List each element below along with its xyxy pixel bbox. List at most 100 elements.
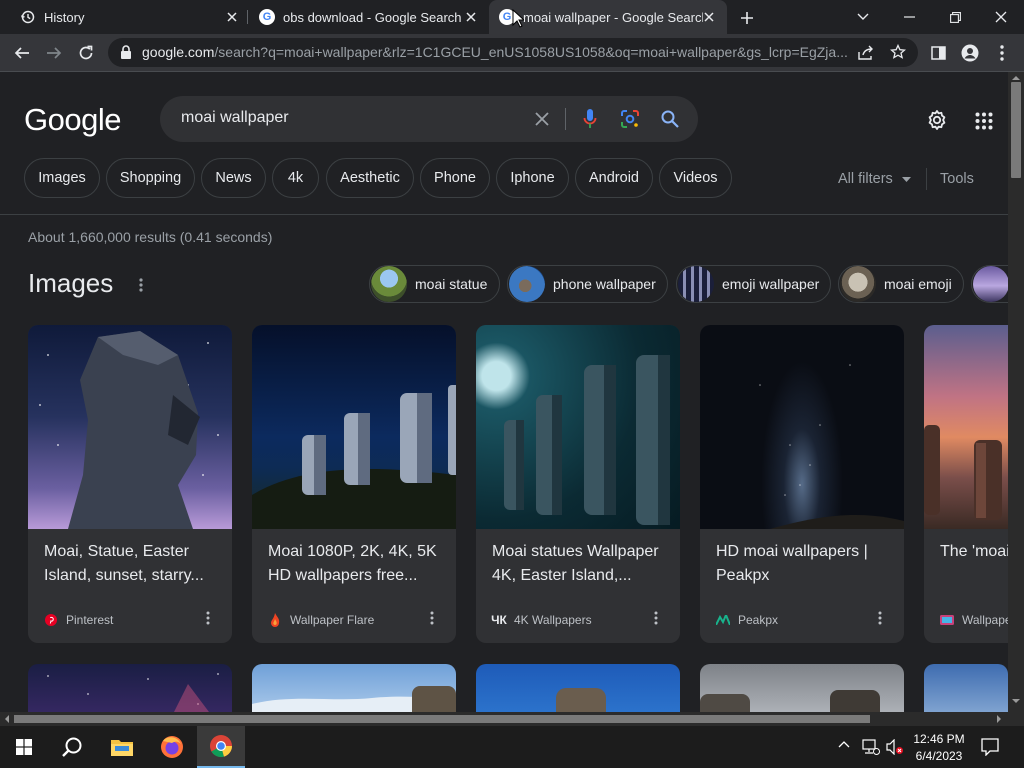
google-logo[interactable]: Google [24, 102, 121, 138]
address-bar[interactable]: google.com/search?q=moai+wallpaper&rlz=1… [108, 38, 918, 67]
more-vert-icon[interactable] [654, 611, 662, 627]
image-result-source: Wallpaper Flare [268, 613, 374, 627]
google-lens-icon[interactable] [618, 107, 642, 131]
profile-icon [961, 44, 979, 62]
caret-down-icon [901, 176, 911, 182]
scroll-up-arrow-icon [1012, 76, 1020, 80]
chrome-button[interactable] [197, 726, 245, 768]
close-tab-icon[interactable] [463, 9, 479, 25]
image-result-card[interactable]: Moai, Statue, Easter Island, sunset, sta… [28, 325, 232, 643]
more-vert-icon[interactable] [878, 611, 886, 627]
all-filters-button[interactable]: All filters [838, 171, 911, 187]
related-chip-more[interactable] [971, 265, 1008, 303]
notifications-button[interactable] [981, 738, 999, 756]
chip-4k[interactable]: 4k [272, 158, 319, 198]
pinterest-icon [44, 613, 58, 627]
profile-button[interactable] [956, 39, 984, 67]
show-hidden-icons-button[interactable] [838, 740, 850, 748]
bookmark-star-icon[interactable] [890, 44, 906, 60]
tools-button[interactable]: Tools [940, 171, 974, 187]
search-input[interactable]: moai wallpaper [181, 109, 289, 127]
chip-iphone[interactable]: Iphone [496, 158, 569, 198]
tab-search-button[interactable] [840, 0, 886, 34]
new-tab-button[interactable] [736, 7, 758, 29]
share-icon[interactable] [858, 45, 874, 60]
image-result-card[interactable] [252, 664, 456, 712]
microphone-icon[interactable] [578, 107, 602, 131]
image-result-card[interactable]: Moai 1080P, 2K, 4K, 5K HD wallpapers fre… [252, 325, 456, 643]
scroll-left-arrow-icon [5, 715, 9, 723]
chip-shopping[interactable]: Shopping [106, 158, 195, 198]
tab-moai-wallpaper[interactable]: G moai wallpaper - Google Search [489, 0, 727, 34]
side-panel-button[interactable] [924, 39, 952, 67]
vertical-scroll-thumb[interactable] [1011, 82, 1021, 178]
tab-history[interactable]: History [8, 0, 246, 34]
chip-android[interactable]: Android [575, 158, 653, 198]
related-thumbnail [973, 266, 1008, 302]
all-filters-label: All filters [838, 171, 893, 187]
related-chip-moai-emoji[interactable]: moai emoji [838, 265, 964, 303]
related-chip-emoji-wallpaper[interactable]: emoji wallpaper [676, 265, 831, 303]
clear-search-icon[interactable] [530, 107, 554, 131]
search-icon[interactable] [658, 107, 682, 131]
search-results-page: Google moai wallpaper Images Shopping Ne… [0, 72, 1008, 712]
windows-logo-icon [16, 739, 32, 755]
image-thumbnail [252, 325, 456, 529]
back-button[interactable] [8, 39, 36, 67]
close-window-button[interactable] [978, 0, 1024, 34]
system-clock[interactable]: 12:46 PM 6/4/2023 [904, 731, 974, 765]
forward-button[interactable] [40, 39, 68, 67]
image-result-source: Wallpape [940, 613, 1008, 627]
tab-obs-download[interactable]: G obs download - Google Search [249, 0, 487, 34]
close-tab-icon[interactable] [701, 9, 717, 25]
chip-aesthetic[interactable]: Aesthetic [326, 158, 414, 198]
chevron-down-icon [857, 13, 869, 20]
google-apps-icon[interactable] [975, 112, 993, 130]
image-result-card[interactable] [476, 664, 680, 712]
start-button[interactable] [0, 726, 48, 768]
minimize-icon [903, 16, 915, 18]
taskbar-search-button[interactable] [48, 726, 96, 768]
lock-icon[interactable] [120, 45, 132, 60]
chip-phone[interactable]: Phone [420, 158, 490, 198]
minimize-button[interactable] [886, 0, 932, 34]
more-vert-icon [1000, 45, 1004, 61]
arrow-right-icon [47, 47, 62, 59]
clock-time: 12:46 PM [913, 732, 965, 746]
restore-button[interactable] [932, 0, 978, 34]
settings-gear-icon[interactable] [926, 109, 948, 131]
image-result-title: Moai, Statue, Easter Island, sunset, sta… [44, 543, 204, 584]
more-vert-icon[interactable] [430, 611, 438, 627]
close-tab-icon[interactable] [224, 9, 240, 25]
chrome-menu-button[interactable] [988, 39, 1016, 67]
image-result-card[interactable] [28, 664, 232, 712]
image-result-card[interactable] [700, 664, 904, 712]
more-vert-icon[interactable] [139, 278, 143, 292]
file-explorer-button[interactable] [98, 726, 146, 768]
image-result-card[interactable]: The 'moai' Microsoft Wallpape [924, 325, 1008, 643]
firefox-button[interactable] [148, 726, 196, 768]
image-result-card[interactable]: HD moai wallpapers | Peakpx Peakpx [700, 325, 904, 643]
chrome-icon [210, 735, 233, 758]
image-result-card[interactable] [924, 664, 1008, 712]
reload-button[interactable] [72, 39, 100, 67]
volume-muted-icon[interactable] [886, 739, 904, 755]
related-chip-phone-wallpaper[interactable]: phone wallpaper [507, 265, 668, 303]
image-thumbnail [924, 325, 1008, 529]
wallpaper-site-icon [940, 613, 954, 627]
search-box[interactable]: moai wallpaper [160, 96, 698, 142]
tab-strip: History G obs download - Google Search G… [0, 0, 1024, 34]
related-chip-moai-statue[interactable]: moai statue [369, 265, 500, 303]
image-result-card[interactable]: Moai statues Wallpaper 4K, Easter Island… [476, 325, 680, 643]
more-vert-icon[interactable] [206, 611, 214, 627]
chip-videos[interactable]: Videos [659, 158, 732, 198]
horizontal-scroll-thumb[interactable] [14, 715, 870, 723]
horizontal-scrollbar[interactable] [0, 712, 1008, 726]
chip-news[interactable]: News [201, 158, 266, 198]
image-result-title: Moai 1080P, 2K, 4K, 5K HD wallpapers fre… [268, 543, 437, 584]
chip-images[interactable]: Images [24, 158, 100, 198]
browser-toolbar: google.com/search?q=moai+wallpaper&rlz=1… [0, 34, 1024, 72]
vertical-scrollbar[interactable] [1008, 72, 1024, 712]
source-name: Pinterest [66, 613, 114, 627]
network-icon[interactable] [862, 739, 880, 755]
